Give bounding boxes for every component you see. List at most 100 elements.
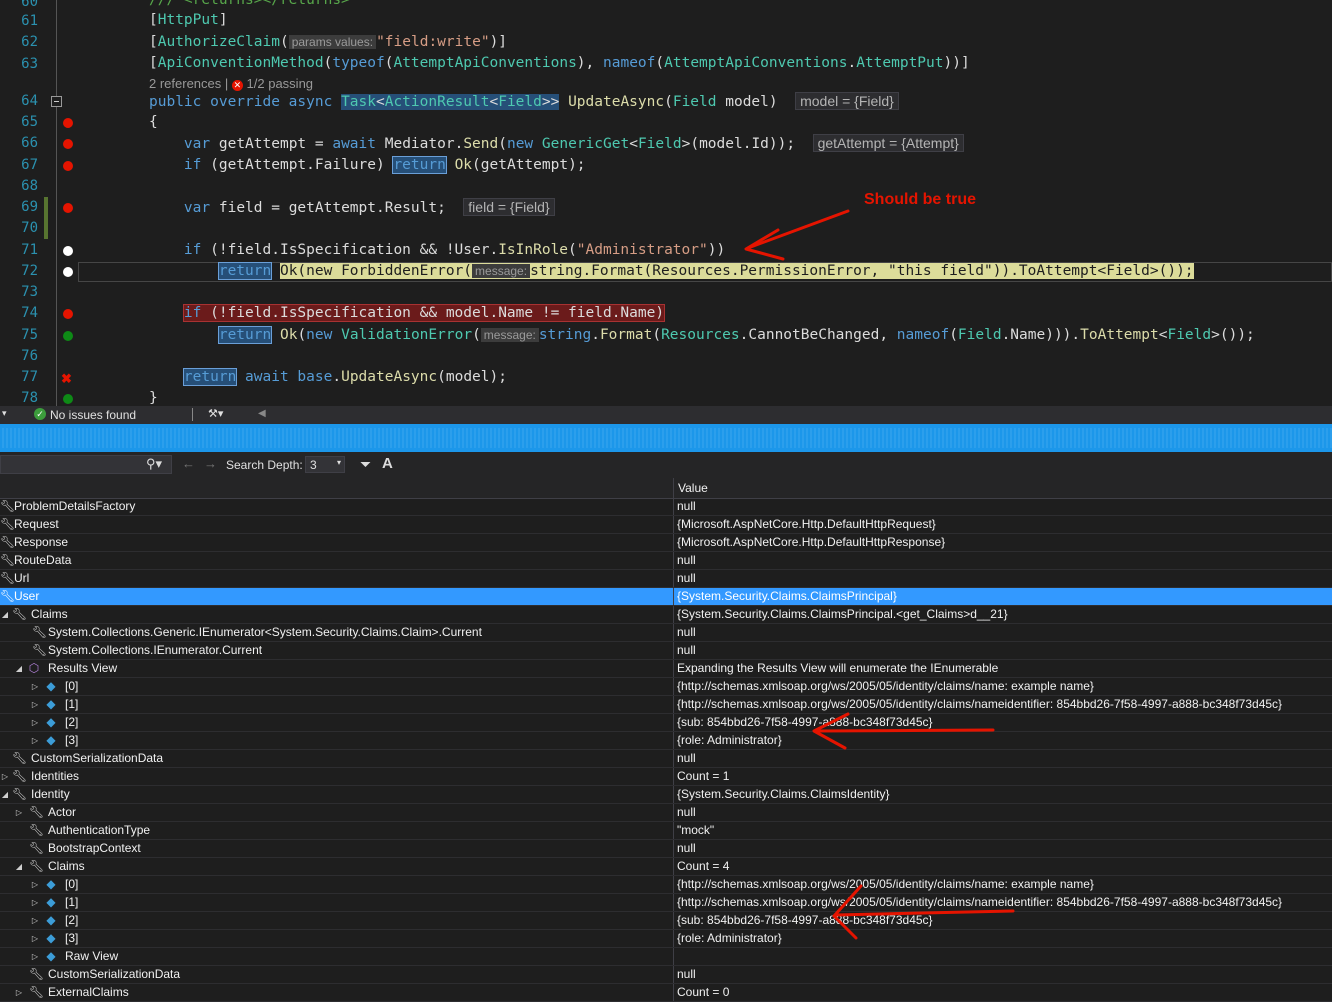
value-column-header[interactable]: Value: [678, 481, 708, 495]
table-row[interactable]: 🔧︎ System.Collections.IEnumerator.Curren…: [0, 642, 1332, 660]
collapsed-arrow-icon[interactable]: ▷: [30, 696, 40, 713]
collapsed-arrow-icon[interactable]: ▷: [30, 894, 40, 911]
code-editor[interactable]: 60 61 62 63 64 65 66 67 68 69 70 71 72 7…: [0, 0, 1332, 406]
table-row[interactable]: ▷ ◆ [0] {http://schemas.xmlsoap.org/ws/2…: [0, 678, 1332, 696]
references-link[interactable]: 2 references: [149, 76, 221, 91]
execution-point-icon[interactable]: [63, 246, 73, 256]
collapsed-arrow-icon[interactable]: ▷: [30, 732, 40, 749]
row-value: {http://schemas.xmlsoap.org/ws/2005/05/i…: [677, 895, 1283, 909]
row-name: BootstrapContext: [48, 841, 141, 855]
breakpoint-icon[interactable]: [63, 139, 73, 149]
row-name: User: [14, 589, 40, 603]
expanded-arrow-icon[interactable]: ◢: [14, 660, 24, 677]
collapsed-arrow-icon[interactable]: ▷: [30, 876, 40, 893]
table-row[interactable]: ▷ ◆ Raw View: [0, 948, 1332, 966]
table-row[interactable]: 🔧︎ Request {Microsoft.AspNetCore.Http.De…: [0, 516, 1332, 534]
code-line: {: [149, 114, 158, 130]
execution-point-icon[interactable]: [63, 267, 73, 277]
table-row[interactable]: 🔧︎ BootstrapContext null: [0, 840, 1332, 858]
filter-icon[interactable]: ⏷: [360, 456, 371, 473]
table-header: Value: [0, 478, 1332, 499]
row-name: Results View: [48, 661, 118, 675]
code-line: var getAttempt = await Mediator.Send(new…: [149, 133, 964, 155]
table-row[interactable]: 🔧︎ Url null: [0, 570, 1332, 588]
forward-arrow-icon[interactable]: →: [204, 456, 217, 471]
object-icon: ◆: [46, 679, 56, 693]
collapse-icon[interactable]: [51, 96, 62, 107]
panel-splitter[interactable]: [0, 424, 1332, 452]
table-row[interactable]: ▷ ◆ [2] {sub: 854bbd26-7f58-4997-a888-bc…: [0, 714, 1332, 732]
breakpoint-icon[interactable]: [63, 309, 73, 319]
table-row[interactable]: 🔧︎ AuthenticationType "mock": [0, 822, 1332, 840]
collapsed-arrow-icon[interactable]: ▷: [30, 912, 40, 929]
table-row[interactable]: ▷ 🔧︎ Actor null: [0, 804, 1332, 822]
row-value: {http://schemas.xmlsoap.org/ws/2005/05/i…: [677, 679, 1094, 693]
collapsed-arrow-icon[interactable]: ▷: [30, 948, 40, 965]
back-arrow-icon[interactable]: ←: [182, 456, 195, 471]
table-row[interactable]: 🔧︎ CustomSerializationData null: [0, 750, 1332, 768]
table-row-selected[interactable]: 🔧︎ User {System.Security.Claims.ClaimsPr…: [0, 588, 1332, 606]
breakpoint-icon[interactable]: [63, 161, 73, 171]
table-row[interactable]: ◢ 🔧︎ Claims Count = 4: [0, 858, 1332, 876]
breakpoint-icon[interactable]: [63, 118, 73, 128]
row-value: null: [677, 841, 696, 855]
table-row[interactable]: ▷ 🔧︎ ExternalClaims Count = 0: [0, 984, 1332, 1002]
wrench-icon: 🔧︎: [32, 643, 48, 657]
table-row[interactable]: 🔧︎ Response {Microsoft.AspNetCore.Http.D…: [0, 534, 1332, 552]
issues-status[interactable]: No issues found: [50, 408, 136, 422]
collapsed-arrow-icon[interactable]: ▷: [30, 714, 40, 731]
expanded-arrow-icon[interactable]: ◢: [0, 786, 10, 803]
collapsed-arrow-icon[interactable]: ▷: [14, 984, 24, 1001]
line-number: 77: [21, 369, 38, 385]
codelens[interactable]: 2 references | ✕ 1/2 passing: [149, 76, 313, 91]
table-row[interactable]: 🔧︎ RouteData null: [0, 552, 1332, 570]
scroll-left-icon[interactable]: ◀: [258, 408, 266, 419]
search-icon[interactable]: ⚲▾: [146, 456, 162, 472]
row-name: CustomSerializationData: [31, 751, 164, 765]
breakpoint-hit-icon[interactable]: [63, 331, 73, 341]
table-row[interactable]: ▷ ◆ [3] {role: Administrator}: [0, 732, 1332, 750]
datatip-model[interactable]: model = {Field}: [795, 92, 899, 110]
collapsed-arrow-icon[interactable]: ▷: [30, 930, 40, 947]
table-row[interactable]: ▷ ◆ [1] {http://schemas.xmlsoap.org/ws/2…: [0, 696, 1332, 714]
tests-passing-link[interactable]: 1/2 passing: [247, 76, 314, 91]
row-value: {sub: 854bbd26-7f58-4997-a888-bc348f73d4…: [677, 913, 933, 927]
datatip-getattempt[interactable]: getAttempt = {Attempt}: [812, 134, 964, 152]
match-case-icon[interactable]: A: [382, 455, 393, 472]
table-row[interactable]: 🔧︎ CustomSerializationData null: [0, 966, 1332, 984]
row-name: Identities: [31, 769, 80, 783]
collapsed-arrow-icon[interactable]: ▷: [14, 804, 24, 821]
table-row[interactable]: ◢ 🔧︎ Claims {System.Security.Claims.Clai…: [0, 606, 1332, 624]
code-line: public override async Task<ActionResult<…: [149, 91, 899, 113]
table-row[interactable]: ▷ ◆ [1] {http://schemas.xmlsoap.org/ws/2…: [0, 894, 1332, 912]
line-number: 74: [21, 305, 38, 321]
expanded-arrow-icon[interactable]: ◢: [14, 858, 24, 875]
watch-rows: 🔧︎ ProblemDetailsFactory null 🔧︎ Request…: [0, 498, 1332, 1002]
line-number: 68: [21, 178, 38, 194]
search-depth-select[interactable]: 3 ▾: [305, 456, 345, 473]
test-failed-icon: ✕: [231, 80, 243, 91]
line-number: 75: [21, 327, 38, 343]
table-row[interactable]: ▷ 🔧︎ Identities Count = 1: [0, 768, 1332, 786]
results-view-icon: ⬡: [28, 661, 40, 675]
zoom-dropdown-icon[interactable]: ▾: [2, 408, 7, 419]
line-number: 67: [21, 157, 38, 173]
table-row[interactable]: 🔧︎ ProblemDetailsFactory null: [0, 498, 1332, 516]
collapsed-arrow-icon[interactable]: ▷: [0, 768, 10, 785]
breakpoint-hit-icon[interactable]: [63, 394, 73, 404]
collapsed-arrow-icon[interactable]: ▷: [30, 678, 40, 695]
breakpoint-icon[interactable]: [63, 203, 73, 213]
table-row[interactable]: ◢ ⬡ Results View Expanding the Results V…: [0, 660, 1332, 678]
table-row[interactable]: 🔧︎ System.Collections.Generic.IEnumerato…: [0, 624, 1332, 642]
name-column-header[interactable]: [0, 478, 674, 498]
expanded-arrow-icon[interactable]: ◢: [0, 606, 10, 623]
wrench-icon: 🔧︎: [29, 841, 45, 855]
table-row[interactable]: ◢ 🔧︎ Identity {System.Security.Claims.Cl…: [0, 786, 1332, 804]
datatip-field[interactable]: field = {Field}: [463, 198, 555, 216]
brush-icon[interactable]: ⚒▾: [208, 407, 223, 420]
table-row[interactable]: ▷ ◆ [2] {sub: 854bbd26-7f58-4997-a888-bc…: [0, 912, 1332, 930]
table-row[interactable]: ▷ ◆ [0] {http://schemas.xmlsoap.org/ws/2…: [0, 876, 1332, 894]
object-icon: ◆: [46, 913, 56, 927]
code-line: [ApiConventionMethod(typeof(AttemptApiCo…: [149, 55, 970, 71]
table-row[interactable]: ▷ ◆ [3] {role: Administrator}: [0, 930, 1332, 948]
